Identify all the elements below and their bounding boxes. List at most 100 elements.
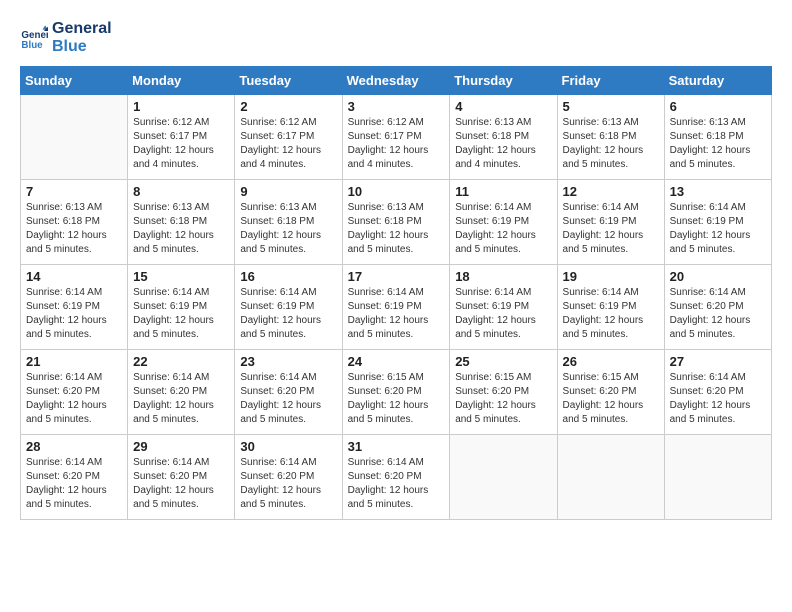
- day-number: 18: [455, 269, 551, 284]
- table-row: 19 Sunrise: 6:14 AMSunset: 6:19 PMDayligh…: [557, 265, 664, 350]
- day-info: Sunrise: 6:14 AMSunset: 6:19 PMDaylight:…: [348, 286, 445, 342]
- day-info: Sunrise: 6:14 AMSunset: 6:19 PMDaylight:…: [670, 201, 766, 257]
- day-number: 22: [133, 354, 229, 369]
- table-row: 24 Sunrise: 6:15 AMSunset: 6:20 PMDayligh…: [342, 350, 450, 435]
- day-info: Sunrise: 6:13 AMSunset: 6:18 PMDaylight:…: [455, 116, 551, 172]
- day-info: Sunrise: 6:14 AMSunset: 6:19 PMDaylight:…: [455, 201, 551, 257]
- day-info: Sunrise: 6:14 AMSunset: 6:20 PMDaylight:…: [670, 286, 766, 342]
- day-number: 30: [240, 439, 336, 454]
- day-info: Sunrise: 6:14 AMSunset: 6:19 PMDaylight:…: [26, 286, 122, 342]
- table-row: 15 Sunrise: 6:14 AMSunset: 6:19 PMDayligh…: [128, 265, 235, 350]
- logo: General Blue General Blue: [20, 20, 112, 56]
- table-row: 27Sunrise: 6:14 AMSunset: 6:20 PMDayligh…: [664, 350, 771, 435]
- day-number: 20: [670, 269, 766, 284]
- table-row: [557, 435, 664, 520]
- table-row: 26Sunrise: 6:15 AMSunset: 6:20 PMDayligh…: [557, 350, 664, 435]
- weekday-header-tuesday: Tuesday: [235, 67, 342, 95]
- table-row: 30 Sunrise: 6:14 AMSunset: 6:20 PMDayligh…: [235, 435, 342, 520]
- table-row: 6 Sunrise: 6:13 AMSunset: 6:18 PMDaylight…: [664, 95, 771, 180]
- day-info: Sunrise: 6:14 AMSunset: 6:19 PMDaylight:…: [563, 201, 659, 257]
- day-number: 6: [670, 99, 766, 114]
- day-info: Sunrise: 6:14 AMSunset: 6:20 PMDaylight:…: [240, 456, 336, 512]
- weekday-header-sunday: Sunday: [21, 67, 128, 95]
- day-info: Sunrise: 6:14 AMSunset: 6:20 PMDaylight:…: [26, 456, 122, 512]
- day-info: Sunrise: 6:15 AMSunset: 6:20 PMDaylight:…: [348, 371, 445, 427]
- table-row: 8 Sunrise: 6:13 AMSunset: 6:18 PMDaylight…: [128, 180, 235, 265]
- day-number: 17: [348, 269, 445, 284]
- table-row: 31 Sunrise: 6:14 AMSunset: 6:20 PMDayligh…: [342, 435, 450, 520]
- day-info: Sunrise: 6:15 AMSunset: 6:20 PMDaylight:…: [563, 371, 659, 427]
- day-info: Sunrise: 6:14 AMSunset: 6:20 PMDaylight:…: [26, 371, 122, 427]
- table-row: 17 Sunrise: 6:14 AMSunset: 6:19 PMDayligh…: [342, 265, 450, 350]
- calendar-week-3: 14 Sunrise: 6:14 AMSunset: 6:19 PMDayligh…: [21, 265, 772, 350]
- table-row: 1 Sunrise: 6:12 AMSunset: 6:17 PMDaylight…: [128, 95, 235, 180]
- day-info: Sunrise: 6:13 AMSunset: 6:18 PMDaylight:…: [26, 201, 122, 257]
- table-row: 10Sunrise: 6:13 AMSunset: 6:18 PMDayligh…: [342, 180, 450, 265]
- day-number: 25: [455, 354, 551, 369]
- day-number: 19: [563, 269, 659, 284]
- weekday-header-monday: Monday: [128, 67, 235, 95]
- day-info: Sunrise: 6:14 AMSunset: 6:19 PMDaylight:…: [240, 286, 336, 342]
- table-row: 13Sunrise: 6:14 AMSunset: 6:19 PMDayligh…: [664, 180, 771, 265]
- calendar-week-2: 7 Sunrise: 6:13 AMSunset: 6:18 PMDaylight…: [21, 180, 772, 265]
- day-info: Sunrise: 6:14 AMSunset: 6:20 PMDaylight:…: [133, 371, 229, 427]
- day-number: 10: [348, 184, 445, 199]
- day-info: Sunrise: 6:15 AMSunset: 6:20 PMDaylight:…: [455, 371, 551, 427]
- day-info: Sunrise: 6:14 AMSunset: 6:20 PMDaylight:…: [348, 456, 445, 512]
- logo-icon: General Blue: [20, 24, 48, 52]
- day-number: 31: [348, 439, 445, 454]
- table-row: 18Sunrise: 6:14 AMSunset: 6:19 PMDayligh…: [450, 265, 557, 350]
- day-number: 5: [563, 99, 659, 114]
- day-info: Sunrise: 6:12 AMSunset: 6:17 PMDaylight:…: [133, 116, 229, 172]
- calendar-week-4: 21 Sunrise: 6:14 AMSunset: 6:20 PMDayligh…: [21, 350, 772, 435]
- day-number: 24: [348, 354, 445, 369]
- weekday-header-wednesday: Wednesday: [342, 67, 450, 95]
- day-number: 1: [133, 99, 229, 114]
- logo-line2: Blue: [52, 38, 112, 56]
- day-number: 16: [240, 269, 336, 284]
- table-row: 20 Sunrise: 6:14 AMSunset: 6:20 PMDayligh…: [664, 265, 771, 350]
- table-row: 3Sunrise: 6:12 AMSunset: 6:17 PMDaylight…: [342, 95, 450, 180]
- table-row: 5 Sunrise: 6:13 AMSunset: 6:18 PMDaylight…: [557, 95, 664, 180]
- table-row: 12 Sunrise: 6:14 AMSunset: 6:19 PMDayligh…: [557, 180, 664, 265]
- day-number: 2: [240, 99, 336, 114]
- day-info: Sunrise: 6:14 AMSunset: 6:20 PMDaylight:…: [670, 371, 766, 427]
- day-info: Sunrise: 6:13 AMSunset: 6:18 PMDaylight:…: [563, 116, 659, 172]
- day-number: 29: [133, 439, 229, 454]
- table-row: 22 Sunrise: 6:14 AMSunset: 6:20 PMDayligh…: [128, 350, 235, 435]
- table-row: 29 Sunrise: 6:14 AMSunset: 6:20 PMDayligh…: [128, 435, 235, 520]
- day-number: 4: [455, 99, 551, 114]
- day-number: 14: [26, 269, 122, 284]
- day-number: 23: [240, 354, 336, 369]
- day-info: Sunrise: 6:12 AMSunset: 6:17 PMDaylight:…: [348, 116, 445, 172]
- calendar-week-5: 28 Sunrise: 6:14 AMSunset: 6:20 PMDayligh…: [21, 435, 772, 520]
- day-number: 8: [133, 184, 229, 199]
- weekday-header-friday: Friday: [557, 67, 664, 95]
- calendar: SundayMondayTuesdayWednesdayThursdayFrid…: [20, 66, 772, 520]
- table-row: [21, 95, 128, 180]
- day-info: Sunrise: 6:14 AMSunset: 6:20 PMDaylight:…: [133, 456, 229, 512]
- day-number: 28: [26, 439, 122, 454]
- day-number: 7: [26, 184, 122, 199]
- weekday-header-saturday: Saturday: [664, 67, 771, 95]
- day-info: Sunrise: 6:13 AMSunset: 6:18 PMDaylight:…: [670, 116, 766, 172]
- svg-text:Blue: Blue: [21, 40, 43, 51]
- logo-line1: General: [52, 20, 112, 38]
- day-info: Sunrise: 6:14 AMSunset: 6:19 PMDaylight:…: [133, 286, 229, 342]
- weekday-header-thursday: Thursday: [450, 67, 557, 95]
- header: General Blue General Blue: [20, 20, 772, 56]
- day-number: 21: [26, 354, 122, 369]
- table-row: 2Sunrise: 6:12 AMSunset: 6:17 PMDaylight…: [235, 95, 342, 180]
- weekday-header-row: SundayMondayTuesdayWednesdayThursdayFrid…: [21, 67, 772, 95]
- table-row: 7 Sunrise: 6:13 AMSunset: 6:18 PMDaylight…: [21, 180, 128, 265]
- day-number: 15: [133, 269, 229, 284]
- table-row: [450, 435, 557, 520]
- day-info: Sunrise: 6:13 AMSunset: 6:18 PMDaylight:…: [240, 201, 336, 257]
- day-info: Sunrise: 6:13 AMSunset: 6:18 PMDaylight:…: [133, 201, 229, 257]
- table-row: [664, 435, 771, 520]
- table-row: 4 Sunrise: 6:13 AMSunset: 6:18 PMDaylight…: [450, 95, 557, 180]
- day-info: Sunrise: 6:14 AMSunset: 6:19 PMDaylight:…: [563, 286, 659, 342]
- table-row: 21 Sunrise: 6:14 AMSunset: 6:20 PMDayligh…: [21, 350, 128, 435]
- day-number: 11: [455, 184, 551, 199]
- day-number: 12: [563, 184, 659, 199]
